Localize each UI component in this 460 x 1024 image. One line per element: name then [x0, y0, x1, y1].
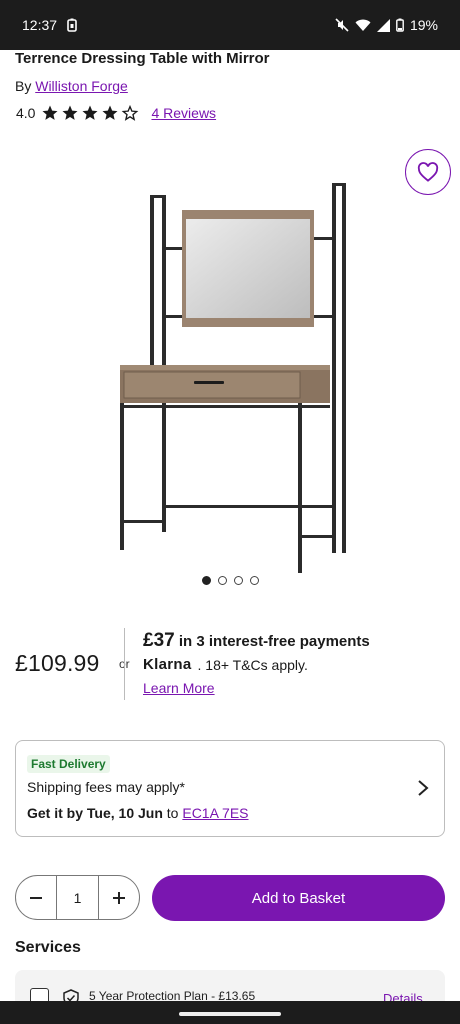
star-empty-icon	[122, 104, 139, 121]
favorite-button[interactable]	[405, 149, 451, 195]
divider	[124, 628, 125, 700]
minus-icon	[30, 896, 43, 899]
by-prefix: By	[15, 78, 32, 94]
star-filled-icon	[82, 105, 98, 120]
carousel-dot[interactable]	[218, 576, 227, 585]
delivery-estimate: Get it by Tue, 10 Jun to EC1A 7ES	[27, 805, 249, 821]
star-filled-icon	[102, 105, 118, 120]
klarna-terms: . 18+ T&Cs apply.	[197, 656, 308, 673]
battery-percent: 19%	[409, 17, 438, 33]
reviews-link[interactable]: 4 Reviews	[151, 105, 216, 121]
navigation-bar	[0, 1001, 460, 1024]
carousel-dot[interactable]	[234, 576, 243, 585]
increase-quantity-button[interactable]	[99, 876, 139, 919]
quantity-value[interactable]: 1	[56, 876, 99, 919]
star-rating	[41, 104, 139, 122]
product-title: Terrence Dressing Table with Mirror	[15, 50, 270, 67]
home-gesture-handle[interactable]	[179, 1012, 281, 1016]
brand-row: By Williston Forge	[15, 78, 128, 94]
carousel-dot[interactable]	[202, 576, 211, 585]
battery-saver-icon	[67, 18, 77, 32]
rating-value: 4.0	[16, 105, 36, 121]
star-filled-icon	[42, 105, 58, 120]
quantity-stepper: 1	[15, 875, 140, 920]
klarna-logo: Klarna	[143, 656, 192, 673]
carousel-dot[interactable]	[250, 576, 259, 585]
delivery-info-card[interactable]: Fast Delivery Shipping fees may apply* G…	[15, 740, 445, 837]
mute-icon	[335, 18, 349, 32]
services-heading: Services	[15, 939, 81, 956]
klarna-offer: £37 in 3 interest-free payments	[143, 630, 370, 652]
brand-link[interactable]: Williston Forge	[35, 78, 128, 94]
heart-icon	[417, 162, 439, 182]
status-bar: 12:37 19%	[0, 0, 460, 50]
carousel-dots	[202, 576, 259, 585]
signal-icon	[376, 18, 390, 32]
battery-icon	[396, 18, 404, 32]
shipping-note: Shipping fees may apply*	[27, 779, 185, 795]
klarna-amount: £37	[143, 630, 175, 651]
add-to-basket-button[interactable]: Add to Basket	[152, 875, 445, 921]
learn-more-link[interactable]: Learn More	[143, 680, 215, 696]
status-time: 12:37	[22, 17, 58, 33]
delivery-to: to	[166, 805, 179, 821]
decrease-quantity-button[interactable]	[16, 876, 56, 919]
star-filled-icon	[62, 105, 78, 120]
delivery-date: Get it by Tue, 10 Jun	[27, 805, 163, 821]
plus-icon	[112, 891, 125, 904]
klarna-installment-text: in 3 interest-free payments	[178, 633, 370, 650]
product-image[interactable]	[112, 175, 352, 575]
chevron-right-icon[interactable]	[416, 779, 430, 797]
postcode-link[interactable]: EC1A 7ES	[182, 805, 248, 821]
rating-row: 4.0 4 Reviews	[16, 104, 216, 122]
klarna-terms-row: Klarna . 18+ T&Cs apply.	[143, 656, 308, 673]
wifi-icon	[355, 19, 371, 32]
price: £109.99	[15, 650, 100, 676]
fast-delivery-badge: Fast Delivery	[27, 755, 110, 773]
